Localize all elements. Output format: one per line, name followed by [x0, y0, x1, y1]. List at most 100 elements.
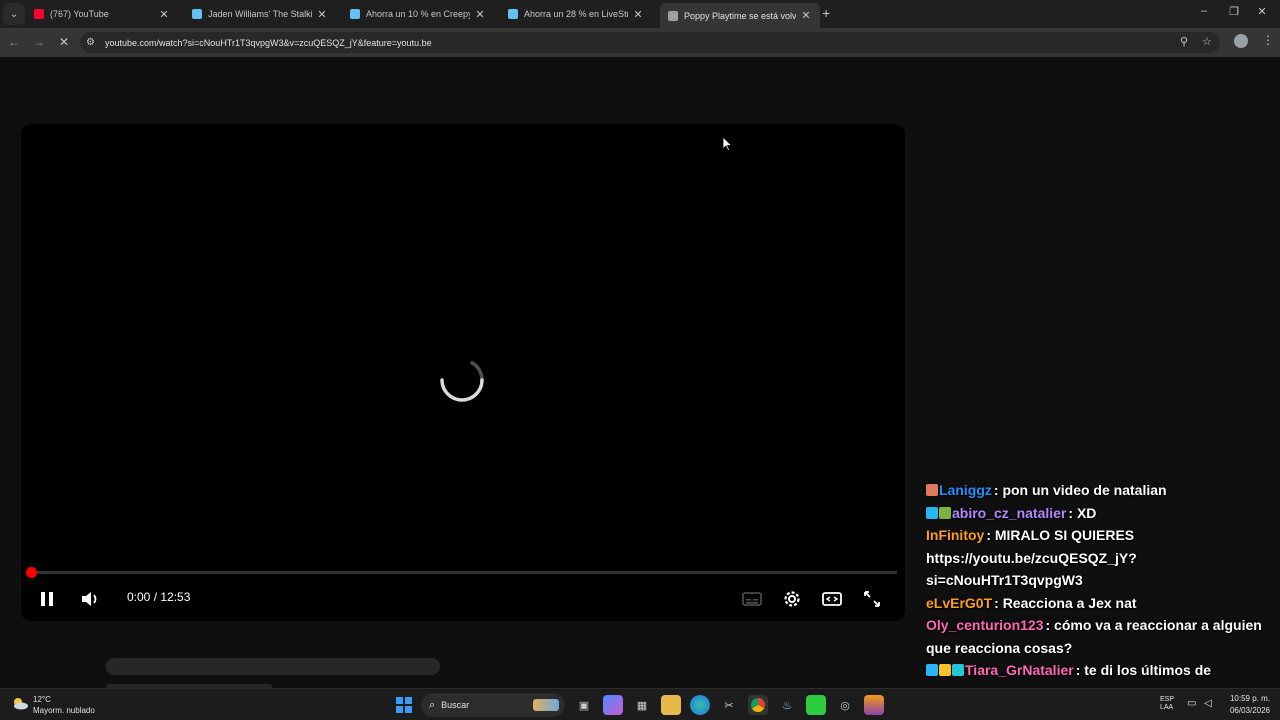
restore-button[interactable]: ❐	[1224, 5, 1244, 18]
chat-message: Laniggz: pon un video de natalian	[922, 484, 1280, 502]
chat-badge-icon	[939, 664, 951, 676]
task-view-icon[interactable]: ▣	[574, 695, 594, 715]
pause-icon	[41, 592, 53, 606]
chat-text: : pon un video de natalian	[993, 484, 1167, 498]
profile-avatar[interactable]	[1234, 34, 1248, 48]
chat-badge-icon	[926, 664, 938, 676]
chat-username: eLvErG0T	[926, 594, 993, 611]
close-window-button[interactable]: ✕	[1252, 5, 1272, 18]
chrome-icon[interactable]	[748, 695, 768, 715]
arrow-right-icon: →	[33, 35, 45, 49]
close-icon: ✕	[1257, 6, 1267, 18]
tab-favicon-icon	[508, 9, 518, 19]
zoom-icon[interactable]: ⚲	[1180, 35, 1188, 48]
subtitles-icon	[742, 592, 762, 606]
windows-taskbar: 12°C Mayorm. nublado ⌕ Buscar ▣ ▦ ✂ ♨ ◎ …	[0, 688, 1280, 720]
browser-tab[interactable]: Jaden Williams' The Stalking Stu ✕	[184, 3, 336, 25]
chat-text: : XD	[1068, 504, 1097, 521]
chat-username: InFinitoy	[926, 527, 985, 543]
subtitles-button[interactable]	[740, 587, 764, 611]
bookmark-star-icon[interactable]: ☆	[1202, 35, 1212, 48]
game-launcher-icon[interactable]	[806, 695, 826, 715]
mute-button[interactable]	[78, 587, 102, 611]
weather-description[interactable]: Mayorm. nublado	[33, 706, 95, 715]
chat-badge-icon	[926, 506, 938, 519]
chat-badge-icon	[939, 506, 951, 519]
store-icon[interactable]: ▦	[632, 695, 652, 715]
copilot-icon[interactable]	[603, 695, 623, 715]
stop-button[interactable]: ✕	[56, 34, 72, 50]
pause-button[interactable]	[35, 587, 59, 611]
progress-scrubber[interactable]	[26, 567, 37, 578]
browser-tab[interactable]: Ahorra un 10 % en Creepy Shift ✕	[342, 3, 494, 25]
app-icon[interactable]	[864, 695, 884, 715]
forward-button[interactable]: →	[31, 34, 47, 50]
plus-icon: +	[822, 5, 831, 21]
chat-text: : Reacciona a Jex nat	[994, 594, 1137, 611]
tab-search-button[interactable]: ⌄	[3, 3, 25, 25]
theater-icon	[822, 592, 842, 606]
time-display: 0:00 / 12:53	[127, 590, 191, 604]
tab-title: Jaden Williams' The Stalking Stu	[208, 9, 312, 19]
speaker-icon[interactable]: ◁	[1204, 698, 1212, 709]
tab-favicon-icon	[192, 9, 202, 19]
browser-tab[interactable]: Ahorra un 28 % en LiveStream ✕	[500, 3, 652, 25]
taskbar-search-label: Buscar	[441, 700, 470, 710]
chat-message: eLvErG0T: Reacciona a Jex nat	[922, 592, 1280, 615]
tab-close-icon[interactable]: ✕	[158, 8, 170, 21]
fullscreen-icon	[864, 591, 880, 607]
tab-favicon-icon	[34, 9, 44, 19]
gear-icon	[784, 591, 800, 607]
chat-message: InFinitoy: MIRALO SI QUIERES https://you…	[922, 524, 1280, 592]
url-text[interactable]: youtube.com/watch?si=cNouHTr1T3qvpgW3&v=…	[105, 38, 432, 48]
network-icon[interactable]: ▭	[1187, 698, 1196, 709]
minimize-icon: –	[1200, 5, 1208, 17]
chat-overlay: Laniggz: pon un video de natalian abiro_c…	[922, 484, 1280, 720]
language-indicator[interactable]: ESP LAA	[1160, 696, 1174, 712]
start-button[interactable]	[396, 697, 412, 713]
address-bar[interactable]: ⚙ youtube.com/watch?si=cNouHTr1T3qvpgW3&…	[80, 32, 1220, 53]
chat-username: Oly_centurion123	[926, 617, 1044, 633]
tab-favicon-icon	[350, 9, 360, 19]
weather-temperature[interactable]: 12°C	[33, 695, 51, 704]
file-explorer-icon[interactable]	[661, 695, 681, 715]
tab-close-icon[interactable]: ✕	[632, 8, 644, 21]
tab-close-icon[interactable]: ✕	[800, 9, 812, 22]
close-icon: ✕	[58, 35, 70, 49]
cloudy-weather-icon[interactable]	[11, 696, 29, 710]
chat-badge-icon	[926, 484, 938, 496]
arrow-left-icon: ←	[8, 35, 20, 49]
minimize-button[interactable]: –	[1194, 5, 1214, 17]
progress-bar[interactable]	[31, 571, 897, 574]
browser-tab[interactable]: Poppy Playtime se está volviend ✕	[660, 3, 820, 28]
restore-icon: ❐	[1229, 6, 1239, 18]
site-info-icon[interactable]: ⚙	[86, 37, 100, 48]
chat-badge-icon	[952, 664, 964, 676]
chat-username: abiro_cz_natalier	[952, 504, 1067, 521]
new-tab-button[interactable]: +	[822, 5, 830, 21]
chat-username: Laniggz	[939, 484, 992, 498]
tab-close-icon[interactable]: ✕	[316, 8, 328, 21]
chat-message: abiro_cz_natalier: XD	[922, 502, 1280, 525]
tab-favicon-icon	[668, 10, 678, 21]
steam-icon[interactable]: ♨	[777, 695, 797, 715]
snipping-tool-icon[interactable]: ✂	[719, 695, 739, 715]
fullscreen-button[interactable]	[860, 587, 884, 611]
tab-close-icon[interactable]: ✕	[474, 8, 486, 21]
tab-title: (767) YouTube	[50, 9, 109, 19]
clock-date[interactable]: 06/03/2026	[1226, 706, 1270, 715]
chat-message: Oly_centurion123: cómo va a reaccionar a…	[922, 614, 1280, 659]
taskbar-search[interactable]: ⌕ Buscar	[421, 693, 565, 717]
tab-title: Ahorra un 28 % en LiveStream	[524, 9, 628, 19]
clock-time[interactable]: 10:59 p. m.	[1226, 694, 1270, 703]
recorder-icon[interactable]: ◎	[835, 695, 855, 715]
menu-kebab-icon[interactable]: ⋮	[1262, 33, 1274, 47]
edge-icon[interactable]	[690, 695, 710, 715]
settings-button[interactable]	[780, 587, 804, 611]
theater-mode-button[interactable]	[820, 587, 844, 611]
chevron-down-icon: ⌄	[9, 8, 19, 20]
video-player[interactable]: 0:00 / 12:53	[21, 124, 905, 621]
back-button[interactable]: ←	[6, 34, 22, 50]
browser-tab[interactable]: (767) YouTube ✕	[26, 3, 178, 25]
chat-username: Tiara_GrNatalier	[965, 662, 1074, 678]
